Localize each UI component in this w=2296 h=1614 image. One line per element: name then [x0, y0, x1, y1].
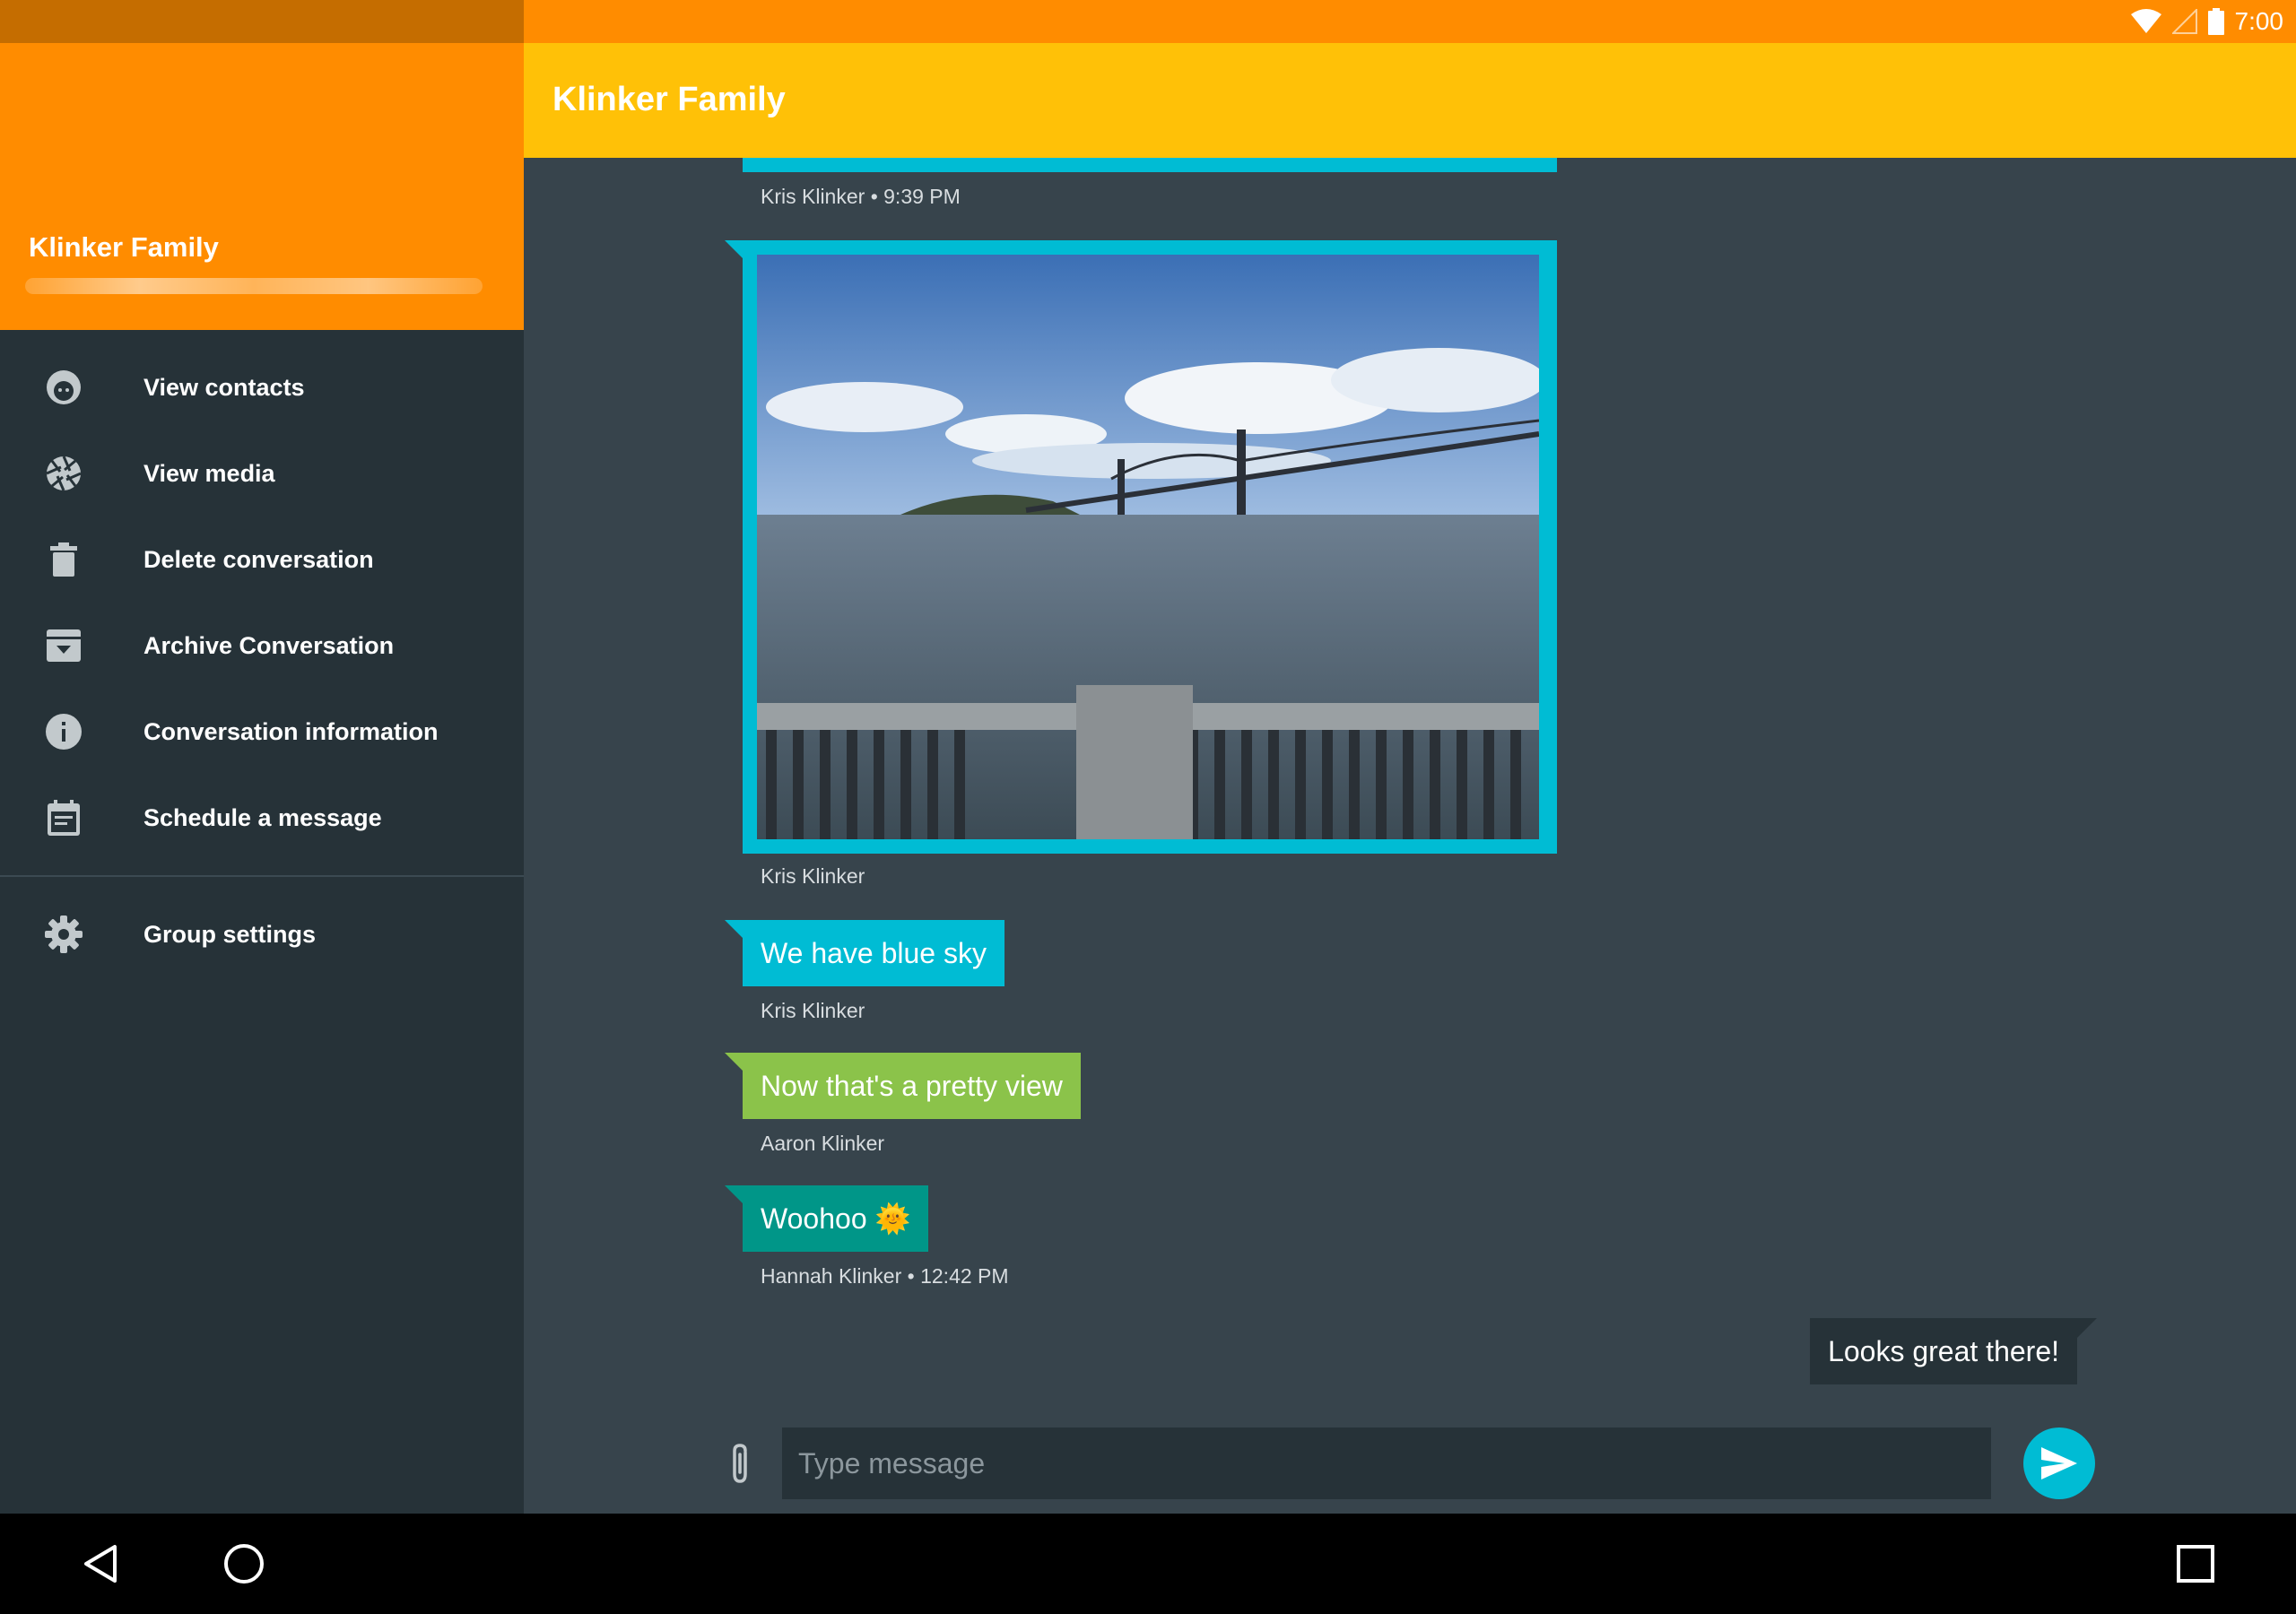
drawer-item-label: View media: [144, 459, 275, 487]
home-circle-icon: [224, 1544, 264, 1584]
message-meta: Hannah Klinker • 12:42 PM: [761, 1264, 1009, 1288]
message-bubble-partial[interactable]: [743, 158, 1557, 172]
drawer-item-label: Group settings: [144, 920, 317, 948]
navigation-drawer: Klinker Family View contacts View media …: [0, 43, 524, 1514]
back-button[interactable]: [68, 1533, 133, 1594]
calendar-icon: [32, 798, 95, 837]
redacted-subtitle: [25, 278, 483, 294]
wifi-icon: [2130, 9, 2161, 33]
toolbar-title: Klinker Family: [552, 81, 786, 118]
archive-icon: [32, 626, 95, 665]
message-meta: Kris Klinker: [761, 999, 865, 1022]
app-toolbar: Klinker Family: [524, 43, 2296, 158]
drawer-item-label: Delete conversation: [144, 545, 374, 573]
camera-shutter-icon: [32, 454, 95, 493]
bubble-tail: [725, 240, 744, 260]
message-bubble[interactable]: We have blue sky: [743, 920, 1004, 986]
attach-button[interactable]: [718, 1438, 762, 1488]
drawer-item-schedule-message[interactable]: Schedule a message: [0, 775, 524, 861]
drawer-item-archive-conversation[interactable]: Archive Conversation: [0, 603, 524, 689]
bubble-tail: [725, 1053, 744, 1072]
signal-icon: [2171, 9, 2197, 34]
drawer-title: Klinker Family: [29, 231, 219, 263]
trash-icon: [32, 540, 95, 579]
drawer-item-conversation-information[interactable]: Conversation information: [0, 689, 524, 775]
drawer-divider: [0, 875, 524, 877]
battery-icon: [2207, 8, 2224, 35]
message-meta: Aaron Klinker: [761, 1132, 885, 1155]
send-icon: [2041, 1447, 2077, 1480]
info-icon: [32, 712, 95, 751]
back-triangle-icon: [84, 1545, 117, 1583]
drawer-item-delete-conversation[interactable]: Delete conversation: [0, 516, 524, 603]
status-time: 7:00: [2234, 7, 2284, 35]
drawer-item-label: Schedule a message: [144, 803, 382, 831]
system-navigation-bar: [0, 1514, 2296, 1614]
bridge-photo[interactable]: [757, 255, 1539, 839]
message-meta: Kris Klinker: [761, 864, 865, 888]
message-input[interactable]: [782, 1427, 1991, 1499]
drawer-item-group-settings[interactable]: Group settings: [0, 891, 524, 977]
gear-icon: [32, 915, 95, 954]
bubble-tail: [725, 920, 744, 940]
send-button[interactable]: [2023, 1427, 2095, 1499]
home-button[interactable]: [212, 1533, 276, 1594]
message-bubble[interactable]: Woohoo 🌞: [743, 1185, 929, 1252]
drawer-item-label: Conversation information: [144, 717, 439, 745]
message-bubble[interactable]: Now that's a pretty view: [743, 1053, 1081, 1119]
contact-face-icon: [32, 368, 95, 407]
bubble-tail: [725, 1185, 744, 1205]
drawer-item-view-media[interactable]: View media: [0, 430, 524, 516]
message-input-container: [782, 1427, 1991, 1499]
paperclip-icon: [733, 1444, 747, 1483]
image-message[interactable]: [743, 240, 1557, 854]
status-bar-left: [0, 0, 524, 43]
recents-button[interactable]: [2163, 1533, 2228, 1594]
drawer-item-label: View contacts: [144, 373, 305, 401]
drawer-item-label: Archive Conversation: [144, 631, 395, 659]
outgoing-message-bubble[interactable]: Looks great there!: [1810, 1318, 2077, 1384]
drawer-item-view-contacts[interactable]: View contacts: [0, 344, 524, 430]
bubble-tail: [2077, 1318, 2097, 1338]
message-meta: Kris Klinker • 9:39 PM: [761, 185, 961, 208]
recents-square-icon: [2177, 1545, 2214, 1583]
drawer-header: Klinker Family: [0, 43, 524, 330]
status-bar: 7:00: [524, 0, 2296, 43]
